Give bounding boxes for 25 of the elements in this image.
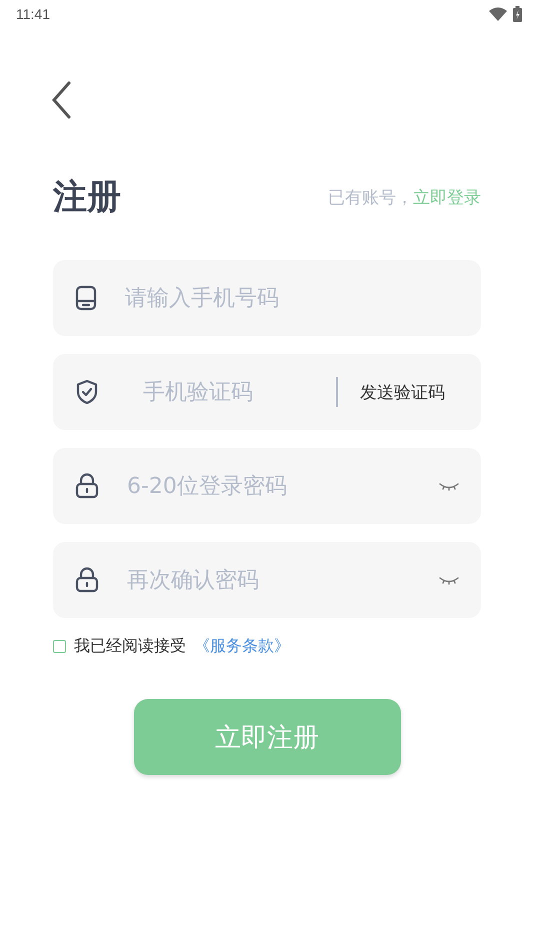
shield-check-icon (75, 379, 99, 405)
terms-link[interactable]: 《服务条款》 (194, 636, 290, 657)
text-input[interactable]: 6-20位登录密码 (125, 472, 439, 500)
status-time: 11:41 (16, 6, 50, 22)
agree-checkbox[interactable] (53, 640, 66, 653)
login-link[interactable]: 立即登录 (413, 186, 481, 208)
input-field[interactable]: 手机验证码 发送验证码 (53, 354, 481, 430)
phone-icon (75, 285, 97, 311)
input-field[interactable]: 请输入手机号码 (53, 260, 481, 336)
closed-eye-icon[interactable] (439, 575, 459, 585)
input-field[interactable]: 6-20位登录密码 (53, 448, 481, 524)
text-input[interactable]: 手机验证码 (141, 378, 326, 406)
agreement-text: 我已经阅读接受 (74, 636, 186, 657)
input-field[interactable]: 再次确认密码 (53, 542, 481, 618)
register-button[interactable]: 立即注册 (134, 699, 400, 775)
account-prompt: 已有账号， (328, 186, 413, 208)
battery-icon (513, 6, 522, 22)
text-input[interactable]: 请输入手机号码 (123, 284, 459, 312)
closed-eye-icon[interactable] (439, 481, 459, 491)
text-input[interactable]: 再次确认密码 (125, 566, 439, 594)
page-title: 注册 (53, 176, 121, 219)
wifi-icon (489, 7, 507, 21)
lock-icon (75, 473, 99, 499)
lock-icon (75, 567, 99, 593)
send-code-button[interactable]: 发送验证码 (360, 380, 459, 404)
